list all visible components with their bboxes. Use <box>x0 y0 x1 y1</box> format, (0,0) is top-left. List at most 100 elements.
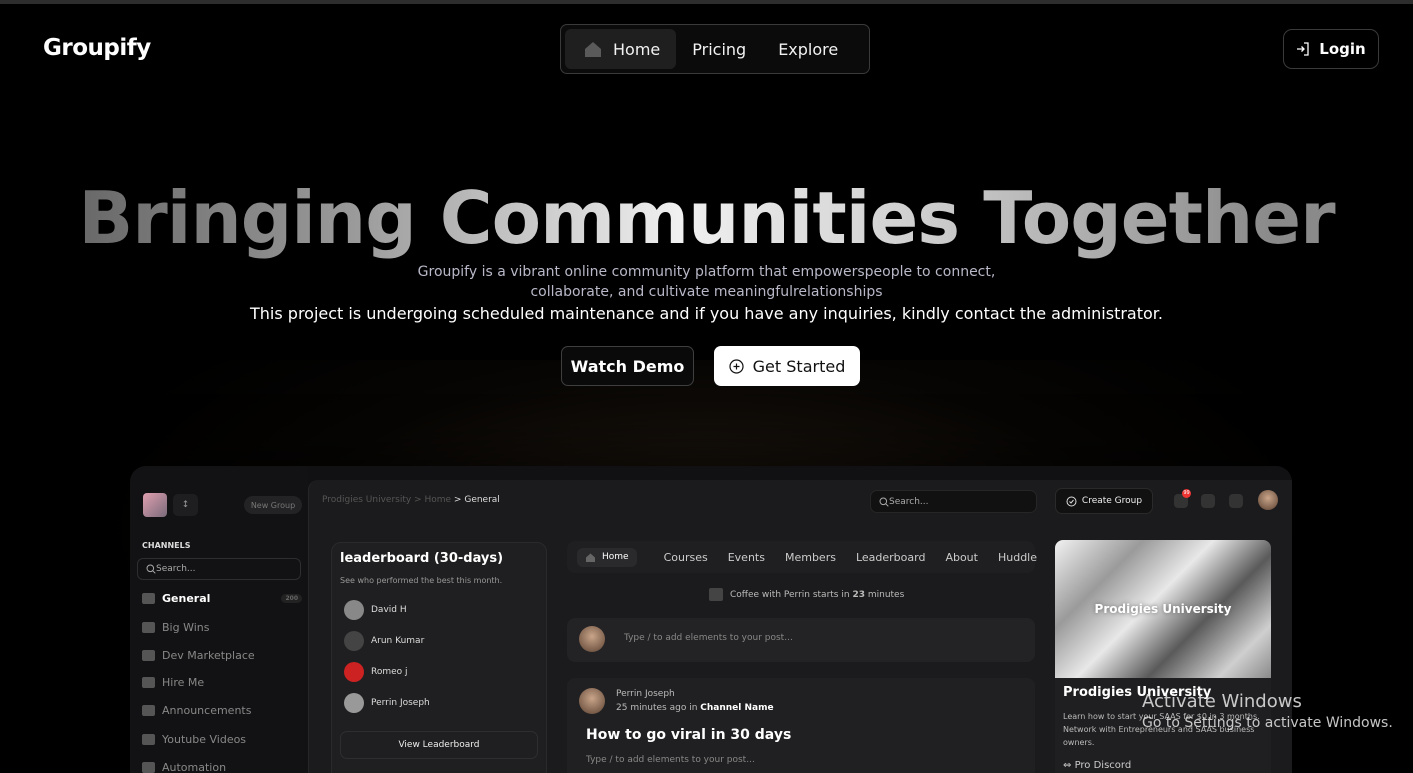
maintenance-notice: This project is undergoing scheduled mai… <box>250 304 1163 323</box>
breadcrumb-org[interactable]: Prodigies University > <box>322 495 422 505</box>
hero-subtitle-line1: Groupify is a vibrant online community p… <box>417 264 996 280</box>
group-card: Prodigies University Prodigies Universit… <box>1055 540 1271 773</box>
channel-label: Dev Marketplace <box>162 648 255 662</box>
post-meta: 25 minutes ago in Channel Name <box>616 703 774 713</box>
home-icon <box>585 42 601 57</box>
preview-search-input[interactable]: Search... <box>870 490 1037 513</box>
top-border <box>0 0 1413 4</box>
channel-label: Big Wins <box>162 620 210 634</box>
create-group-label: Create Group <box>1081 496 1143 506</box>
house-icon <box>142 592 155 604</box>
leaderboard-row[interactable]: Perrin Joseph <box>344 693 430 713</box>
leaderboard-card: leaderboard (30-days) See who performed … <box>331 542 547 773</box>
post-title: How to go viral in 30 days <box>586 727 792 743</box>
get-started-label: Get Started <box>752 356 846 376</box>
tab-about[interactable]: About <box>945 551 978 564</box>
avatar <box>579 626 605 652</box>
activate-title: Activate Windows <box>1142 691 1302 712</box>
channel-label: Announcements <box>162 703 252 717</box>
new-group-button[interactable]: New Group <box>244 496 302 514</box>
event-suffix: minutes <box>867 589 905 600</box>
check-circle-icon <box>1066 496 1077 506</box>
channel-announcements[interactable]: Announcements <box>142 702 302 718</box>
breadcrumb-current: General <box>464 495 500 505</box>
home-icon <box>586 553 595 562</box>
preview-search-placeholder: Search... <box>889 496 929 507</box>
post-channel[interactable]: Channel Name <box>700 703 773 713</box>
leaderboard-title: leaderboard (30-days) <box>340 551 504 566</box>
leaderboard-subtitle: See who performed the best this month. <box>340 576 503 585</box>
chat-icon[interactable] <box>1229 494 1243 508</box>
channel-big-wins[interactable]: Big Wins <box>142 619 302 635</box>
avatar <box>344 662 364 682</box>
watch-demo-button[interactable]: Watch Demo <box>561 346 694 386</box>
leaderboard-name: Arun Kumar <box>371 636 425 646</box>
leaderboard-name: Perrin Joseph <box>371 698 430 708</box>
channel-badge: 200 <box>281 593 302 603</box>
tab-home[interactable]: Home <box>577 547 637 567</box>
leaderboard-name: David H <box>371 605 407 615</box>
login-icon <box>1297 42 1309 56</box>
breadcrumb-home[interactable]: Home <box>424 495 451 505</box>
channel-label: Youtube Videos <box>162 732 247 746</box>
trophy-icon <box>142 621 155 633</box>
group-cover-text: Prodigies University <box>1094 602 1232 616</box>
nav-explore[interactable]: Explore <box>762 29 854 69</box>
avatar <box>344 631 364 651</box>
post-composer[interactable]: Type / to add elements to your post... <box>567 618 1035 662</box>
notification-badge: 99 <box>1182 489 1191 498</box>
activate-subtitle: Go to Settings to activate Windows. <box>1142 715 1393 731</box>
create-group-button[interactable]: Create Group <box>1055 488 1153 514</box>
group-selector[interactable]: ↕ <box>173 494 198 516</box>
tab-courses[interactable]: Courses <box>664 551 708 564</box>
tab-leaderboard[interactable]: Leaderboard <box>856 551 925 564</box>
avatar <box>344 693 364 713</box>
preview-tabs: Home Courses Events Members Leaderboard … <box>567 541 1037 573</box>
nav-home[interactable]: Home <box>565 29 677 69</box>
login-button[interactable]: Login <box>1283 29 1379 69</box>
nav-pricing[interactable]: Pricing <box>676 29 762 69</box>
breadcrumb: Prodigies University > Home > General <box>322 495 500 505</box>
tab-events[interactable]: Events <box>728 551 765 564</box>
channel-general[interactable]: General 200 <box>142 590 302 606</box>
app-preview: ↕ New Group CHANNELS Search... General 20… <box>130 466 1292 773</box>
post-placeholder: Type / to add elements to your post... <box>586 755 755 765</box>
video-icon <box>142 733 155 745</box>
channel-youtube-videos[interactable]: Youtube Videos <box>142 731 302 747</box>
login-label: Login <box>1319 40 1366 58</box>
search-icon <box>879 497 889 507</box>
avatar <box>344 600 364 620</box>
avatar <box>579 688 605 714</box>
leaderboard-row[interactable]: Romeo j <box>344 662 408 682</box>
user-avatar[interactable] <box>1258 490 1278 510</box>
breadcrumb-separator: > <box>453 495 462 505</box>
channel-automation[interactable]: Automation <box>142 759 302 773</box>
lightning-icon <box>142 761 155 773</box>
hero-title: Bringing Communities Together <box>0 176 1413 260</box>
leaderboard-row[interactable]: Arun Kumar <box>344 631 424 651</box>
channels-heading: CHANNELS <box>142 541 191 550</box>
discord-link[interactable]: ⇔ Pro Discord <box>1063 760 1131 771</box>
brand-logo[interactable]: Groupify <box>43 35 151 61</box>
post-time: 25 minutes ago in <box>616 703 698 713</box>
preview-sidebar: ↕ New Group CHANNELS Search... General 20… <box>130 466 308 773</box>
channel-search-input[interactable]: Search... <box>137 558 301 580</box>
view-leaderboard-button[interactable]: View Leaderboard <box>340 731 538 759</box>
main-nav: Home Pricing Explore <box>560 24 870 74</box>
event-notice[interactable]: Coffee with Perrin starts in 23 minutes <box>709 588 904 601</box>
leaderboard-row[interactable]: David H <box>344 600 407 620</box>
tab-members[interactable]: Members <box>785 551 836 564</box>
channel-dev-marketplace[interactable]: Dev Marketplace <box>142 647 302 663</box>
settings-icon[interactable] <box>1201 494 1215 508</box>
get-started-button[interactable]: Get Started <box>714 346 860 386</box>
event-prefix: Coffee with Perrin starts in <box>730 589 850 600</box>
group-cover-image: Prodigies University <box>1055 540 1271 678</box>
feed-post[interactable]: Perrin Joseph 25 minutes ago in Channel … <box>567 678 1035 773</box>
leaderboard-name: Romeo j <box>371 667 408 677</box>
event-count: 23 <box>852 589 865 600</box>
tab-huddle[interactable]: Huddle <box>998 551 1037 564</box>
calendar-icon <box>709 588 723 601</box>
group-logo[interactable] <box>143 493 167 517</box>
channel-hire-me[interactable]: Hire Me <box>142 674 302 690</box>
search-icon <box>146 564 156 574</box>
